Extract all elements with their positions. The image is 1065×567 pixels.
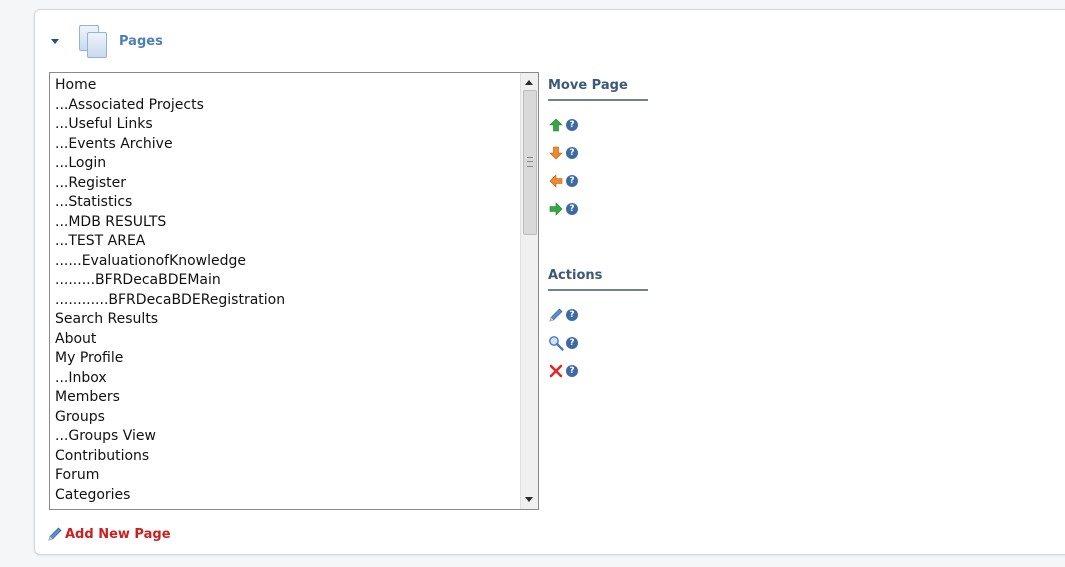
move-left-row: ? — [548, 167, 648, 195]
panel-title: Pages — [119, 33, 163, 49]
add-new-page-link[interactable]: Add New Page — [47, 526, 171, 542]
list-item[interactable]: Members — [55, 388, 285, 408]
help-icon[interactable]: ? — [566, 337, 578, 349]
pencil-icon — [47, 526, 63, 542]
list-item[interactable]: My Profile — [55, 349, 285, 369]
pages-icon — [77, 24, 111, 58]
panel-header: Pages — [51, 24, 163, 58]
edit-row: ? — [548, 301, 648, 329]
pencil-edit-icon[interactable] — [548, 307, 564, 323]
add-new-page-label: Add New Page — [65, 526, 171, 542]
delete-x-icon[interactable] — [548, 363, 564, 379]
pages-listbox[interactable]: Home ...Associated Projects ...Useful Li… — [49, 72, 539, 510]
pages-list: Home ...Associated Projects ...Useful Li… — [55, 76, 285, 505]
list-item[interactable]: Home — [55, 76, 285, 96]
move-up-row: ? — [548, 111, 648, 139]
list-item[interactable]: ...TEST AREA — [55, 232, 285, 252]
magnifier-view-icon[interactable] — [548, 335, 564, 351]
list-item[interactable]: ...Login — [55, 154, 285, 174]
view-row: ? — [548, 329, 648, 357]
list-item[interactable]: Groups — [55, 408, 285, 428]
list-item[interactable]: Contributions — [55, 447, 285, 467]
help-icon[interactable]: ? — [566, 175, 578, 187]
list-item[interactable]: ...Useful Links — [55, 115, 285, 135]
move-down-row: ? — [548, 139, 648, 167]
grip-icon — [527, 157, 533, 167]
list-item[interactable]: Categories — [55, 486, 285, 506]
scroll-up-arrow-icon[interactable] — [525, 80, 533, 85]
list-item[interactable]: ...MDB RESULTS — [55, 213, 285, 233]
help-icon[interactable]: ? — [566, 147, 578, 159]
page-sheet-front — [87, 32, 107, 58]
arrow-left-icon[interactable] — [548, 173, 564, 189]
list-item[interactable]: Forum — [55, 466, 285, 486]
list-item[interactable]: ...Statistics — [55, 193, 285, 213]
list-item[interactable]: ...Associated Projects — [55, 96, 285, 116]
actions-title: Actions — [548, 268, 648, 291]
list-item[interactable]: ...Groups View — [55, 427, 285, 447]
list-item[interactable]: ...Events Archive — [55, 135, 285, 155]
list-item[interactable]: About — [55, 330, 285, 350]
help-icon[interactable]: ? — [566, 203, 578, 215]
scroll-down-arrow-icon[interactable] — [525, 497, 533, 502]
pages-panel: Pages Home ...Associated Projects ...Use… — [34, 9, 1065, 555]
actions-section: Actions ? ? ? — [548, 268, 648, 385]
move-page-section: Move Page ? ? ? ? — [548, 78, 648, 223]
list-item[interactable]: Search Results — [55, 310, 285, 330]
list-item[interactable]: .........BFRDecaBDEMain — [55, 271, 285, 291]
collapse-arrow-icon[interactable] — [51, 38, 59, 44]
scroll-thumb[interactable] — [523, 90, 537, 235]
list-item[interactable]: ...Register — [55, 174, 285, 194]
arrow-up-icon[interactable] — [548, 117, 564, 133]
move-page-title: Move Page — [548, 78, 648, 101]
help-icon[interactable]: ? — [566, 365, 578, 377]
help-icon[interactable]: ? — [566, 309, 578, 321]
arrow-down-icon[interactable] — [548, 145, 564, 161]
move-right-row: ? — [548, 195, 648, 223]
delete-row: ? — [548, 357, 648, 385]
list-item[interactable]: ...Inbox — [55, 369, 285, 389]
list-item[interactable]: ......EvaluationofKnowledge — [55, 252, 285, 272]
help-icon[interactable]: ? — [566, 119, 578, 131]
arrow-right-icon[interactable] — [548, 201, 564, 217]
list-item[interactable]: ............BFRDecaBDERegistration — [55, 291, 285, 311]
listbox-scrollbar[interactable] — [520, 73, 538, 509]
